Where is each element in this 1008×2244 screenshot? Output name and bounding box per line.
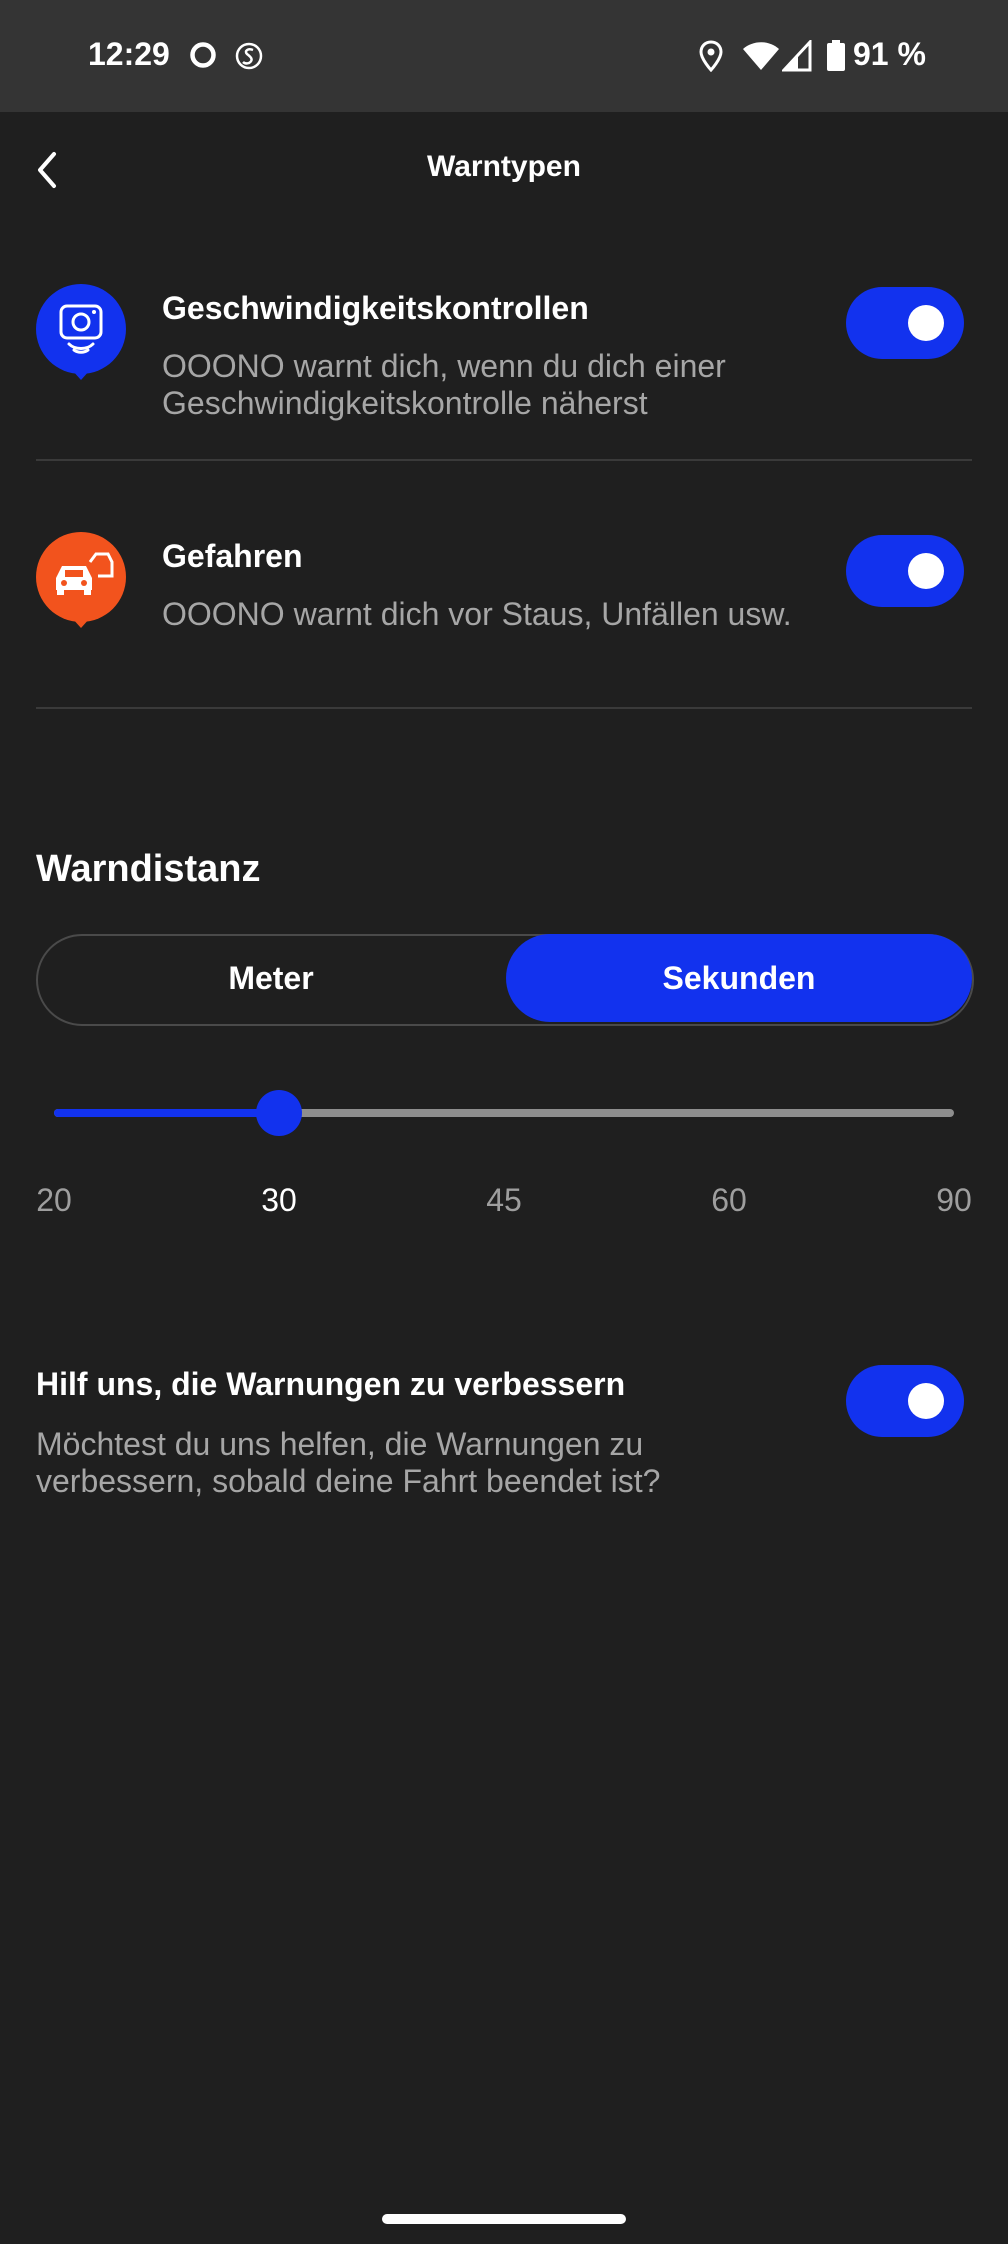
slider-tick-label: 45 (486, 1182, 522, 1218)
unit-option-meter[interactable]: Meter (38, 934, 504, 1022)
shazam-notification-icon (234, 40, 264, 77)
warning-distance-slider[interactable] (54, 1090, 954, 1136)
cell-signal-icon (780, 38, 812, 77)
alert-title: Gefahren (162, 538, 303, 574)
page-title: Warntypen (427, 150, 581, 183)
help-improve-toggle[interactable] (846, 1365, 964, 1437)
slider-tick-label: 20 (36, 1182, 72, 1218)
status-bar: 12:29 91 % (0, 0, 1008, 112)
divider (36, 459, 972, 461)
divider (36, 707, 972, 709)
unit-option-seconds[interactable]: Sekunden (506, 934, 972, 1022)
toggle-knob (908, 1383, 944, 1419)
slider-fill (54, 1109, 279, 1117)
toggle-knob (908, 305, 944, 341)
slider-tick-label: 90 (936, 1182, 972, 1218)
battery-icon (826, 40, 846, 77)
warning-distance-title: Warndistanz (36, 848, 261, 890)
status-time: 12:29 (88, 36, 170, 72)
slider-thumb[interactable] (256, 1090, 302, 1136)
hazards-toggle[interactable] (846, 535, 964, 607)
slider-tick-label: 30 (261, 1182, 297, 1218)
help-improve-description: Möchtest du uns helfen, die Warnungen zu… (36, 1426, 661, 1499)
circle-notification-icon (188, 40, 218, 75)
help-improve-title: Hilf uns, die Warnungen zu verbessern (36, 1366, 626, 1402)
speed-cameras-toggle[interactable] (846, 287, 964, 359)
location-icon (698, 40, 724, 77)
unit-segmented-control: Meter Sekunden (36, 934, 974, 1026)
wifi-icon (742, 40, 780, 77)
speed-camera-icon (36, 284, 126, 380)
slider-tick-label: 60 (711, 1182, 747, 1218)
alert-title: Geschwindigkeitskontrollen (162, 290, 589, 326)
toggle-knob (908, 553, 944, 589)
home-indicator[interactable] (382, 2214, 626, 2224)
car-accident-icon (36, 532, 126, 628)
alert-description: OOONO warnt dich vor Staus, Unfällen usw… (162, 596, 792, 632)
battery-percentage: 91 % (853, 36, 926, 72)
alert-description: OOONO warnt dich, wenn du dich einer Ges… (162, 348, 726, 421)
